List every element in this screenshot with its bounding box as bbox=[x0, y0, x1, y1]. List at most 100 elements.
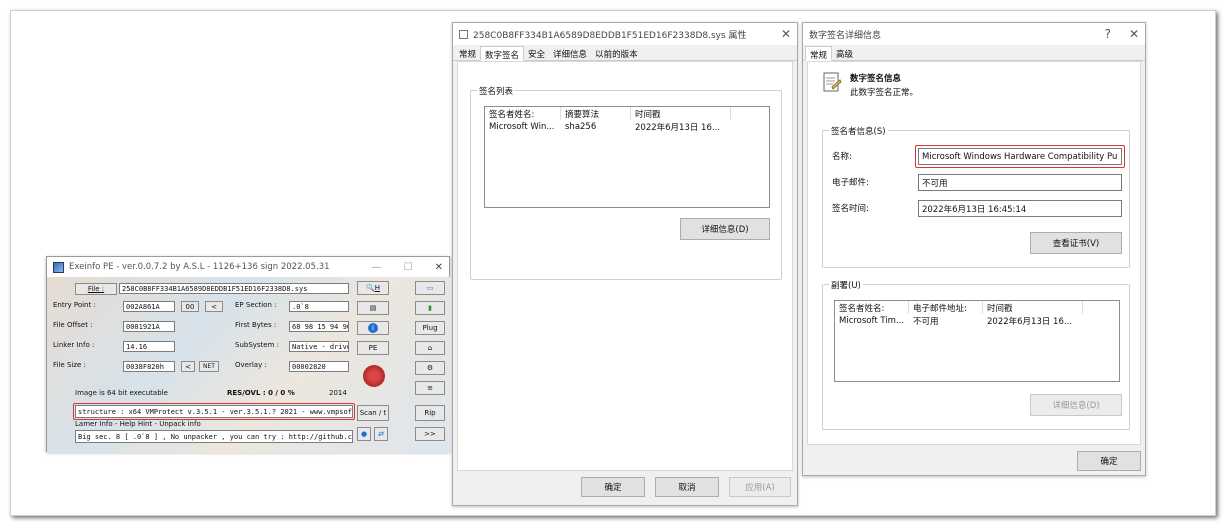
tab-digital-signature[interactable]: 数字签名 bbox=[480, 46, 525, 61]
email-label: 电子邮件: bbox=[832, 178, 869, 188]
refresh-button[interactable]: ⇄ bbox=[374, 427, 388, 441]
entry-point-field[interactable]: 002A861A bbox=[123, 301, 175, 312]
email-field[interactable]: 不可用 bbox=[918, 174, 1122, 191]
subsystem-field[interactable]: Native - driver bbox=[289, 341, 349, 352]
help-icon[interactable]: ? bbox=[1105, 27, 1111, 41]
signing-time-label: 签名时间: bbox=[832, 204, 869, 214]
tab-sig-general[interactable]: 常规 bbox=[805, 46, 833, 61]
list-item[interactable]: Microsoft Tim... 不可用 2022年6月13日 16... bbox=[835, 314, 1119, 327]
minimize-icon[interactable]: — bbox=[372, 262, 382, 273]
counter-row-signer: Microsoft Tim... bbox=[839, 315, 905, 326]
search-h-label: H bbox=[374, 284, 380, 292]
first-bytes-label: First Bytes : bbox=[235, 321, 277, 329]
signature-detail-window: 数字签名详细信息 ? ✕ 常规 高级 数字签名信息 此数字签名正常。 签名者信息… bbox=[802, 22, 1146, 476]
counter-column-signer[interactable]: 签名者姓名: bbox=[835, 301, 909, 314]
pages-icon: ▤ bbox=[369, 304, 377, 312]
pe-button[interactable]: PE bbox=[357, 341, 389, 355]
year-text: 2014 bbox=[329, 389, 347, 397]
apply-button[interactable]: 应用(A) bbox=[729, 477, 791, 497]
settings-button[interactable]: ⚙ bbox=[415, 361, 445, 375]
highlight-box bbox=[73, 403, 355, 420]
tab-general[interactable]: 常规 bbox=[455, 46, 480, 61]
row-timestamp: 2022年6月13日 16... bbox=[635, 122, 720, 133]
sig-info-subtitle: 此数字签名正常。 bbox=[850, 88, 919, 98]
home-button[interactable]: ⌂ bbox=[415, 341, 445, 355]
lamer-info-text[interactable]: Lamer Info - Help Hint - Unpack info bbox=[75, 420, 201, 428]
globe-icon: ● bbox=[360, 430, 368, 438]
countersignature-list[interactable]: 签名者姓名: 电子邮件地址: 时间戳 Microsoft Tim... 不可用 … bbox=[834, 300, 1120, 382]
sigdetail-tabs: 常规 高级 bbox=[803, 45, 1145, 61]
signature-list[interactable]: 签名者姓名: 摘要算法 时间戳 Microsoft Win... sha256 … bbox=[484, 106, 770, 208]
close-icon[interactable]: ✕ bbox=[435, 262, 443, 273]
details-button[interactable]: 详细信息(D) bbox=[680, 218, 770, 240]
tab-sig-advanced[interactable]: 高级 bbox=[832, 46, 857, 61]
sig-ok-button[interactable]: 确定 bbox=[1077, 451, 1141, 471]
refresh-icon: ⇄ bbox=[378, 430, 384, 438]
file-size-field[interactable]: 0038F820h bbox=[123, 361, 175, 372]
list-item[interactable]: Microsoft Win... sha256 2022年6月13日 16... bbox=[485, 120, 769, 133]
overlay-field[interactable]: 00002820 bbox=[289, 361, 349, 372]
column-timestamp[interactable]: 时间戳 bbox=[631, 107, 731, 120]
column-digest[interactable]: 摘要算法 bbox=[561, 107, 631, 120]
highlight-box bbox=[915, 145, 1125, 168]
ep-section-label: EP Section : bbox=[235, 301, 277, 309]
pages-button[interactable]: ▤ bbox=[357, 301, 389, 315]
ok-button[interactable]: 确定 bbox=[581, 477, 645, 497]
filesize-back-button[interactable]: < bbox=[181, 361, 195, 372]
maximize-icon[interactable]: ☐ bbox=[404, 262, 413, 273]
file-offset-field[interactable]: 0001921A bbox=[123, 321, 175, 332]
file-path-field[interactable]: 258C0B8FF334B1A6589D8EDDB1F51ED16F2338D8… bbox=[119, 283, 349, 294]
entry-point-label: Entry Point : bbox=[53, 301, 96, 309]
entry-00-button[interactable]: 00 bbox=[181, 301, 199, 312]
counter-column-timestamp[interactable]: 时间戳 bbox=[983, 301, 1083, 314]
exeinfo-app-icon bbox=[53, 261, 64, 273]
info-button[interactable]: i bbox=[357, 321, 389, 335]
big-sec-field[interactable]: Big sec. 8 [ .0`8 ] , No unpacker , you … bbox=[75, 430, 353, 443]
search-button[interactable]: 🔍 H bbox=[357, 281, 389, 295]
bar-chart-icon: ▮ bbox=[428, 304, 432, 312]
tab-details[interactable]: 详细信息 bbox=[549, 46, 591, 61]
file-icon bbox=[459, 29, 468, 39]
cancel-button[interactable]: 取消 bbox=[655, 477, 719, 497]
entry-back-button[interactable]: < bbox=[205, 301, 223, 312]
file-offset-label: File Offset : bbox=[53, 321, 93, 329]
first-bytes-field[interactable]: 68 98 15 94 9C bbox=[289, 321, 349, 332]
exeinfo-window: Exeinfo PE - ver.0.0.7.2 by A.S.L - 1126… bbox=[46, 256, 451, 453]
linker-info-field[interactable]: 14.16 bbox=[123, 341, 175, 352]
open-folder-button[interactable]: ▭ bbox=[415, 281, 445, 295]
overlay-label: Overlay : bbox=[235, 361, 267, 369]
view-certificate-button[interactable]: 查看证书(V) bbox=[1030, 232, 1122, 254]
ep-section-field[interactable]: .0`8 bbox=[289, 301, 349, 312]
counter-details-button[interactable]: 详细信息(D) bbox=[1030, 394, 1122, 416]
close-icon[interactable]: ✕ bbox=[781, 27, 791, 41]
close-icon[interactable]: ✕ bbox=[1129, 27, 1139, 41]
sigdetail-title: 数字签名详细信息 bbox=[809, 30, 882, 41]
menu-button[interactable]: ≡ bbox=[415, 381, 445, 395]
net-button[interactable]: NET bbox=[199, 361, 219, 372]
properties-title: 258C0B8FF334B1A6589D8EDDB1F51ED16F2338D8… bbox=[473, 30, 747, 41]
scan-button[interactable]: Scan / t bbox=[357, 405, 389, 421]
signer-info-title: 签名者信息(S) bbox=[829, 125, 888, 137]
counter-column-email[interactable]: 电子邮件地址: bbox=[909, 301, 983, 314]
home-icon: ⌂ bbox=[427, 344, 433, 352]
tab-security[interactable]: 安全 bbox=[524, 46, 549, 61]
counter-row-email: 不可用 bbox=[913, 316, 939, 327]
stats-button[interactable]: ▮ bbox=[415, 301, 445, 315]
tab-previous-versions[interactable]: 以前的版本 bbox=[591, 46, 642, 61]
plugin-button[interactable]: Plug bbox=[415, 321, 445, 335]
tab-panel: 签名列表 签名者姓名: 摘要算法 时间戳 Microsoft Win... sh… bbox=[457, 61, 793, 471]
window-icon: ▭ bbox=[426, 284, 434, 292]
image-info-text: Image is 64 bit executable bbox=[75, 389, 168, 397]
sig-info-title: 数字签名信息 bbox=[850, 74, 902, 84]
next-button[interactable]: >> bbox=[415, 427, 445, 441]
sig-tab-panel: 数字签名信息 此数字签名正常。 签名者信息(S) 名称: Microsoft W… bbox=[807, 61, 1141, 445]
row-digest: sha256 bbox=[565, 121, 597, 132]
web-button[interactable]: ● bbox=[357, 427, 371, 441]
seal-icon bbox=[363, 365, 385, 387]
signing-time-field[interactable]: 2022年6月13日 16:45:14 bbox=[918, 200, 1122, 217]
exeinfo-titlebar: Exeinfo PE - ver.0.0.7.2 by A.S.L - 1126… bbox=[47, 257, 449, 277]
column-signer[interactable]: 签名者姓名: bbox=[485, 107, 561, 120]
list-header: 签名者姓名: 摘要算法 时间戳 bbox=[485, 107, 769, 120]
rip-button[interactable]: Rip bbox=[415, 405, 445, 421]
file-button[interactable]: File : bbox=[75, 283, 117, 295]
